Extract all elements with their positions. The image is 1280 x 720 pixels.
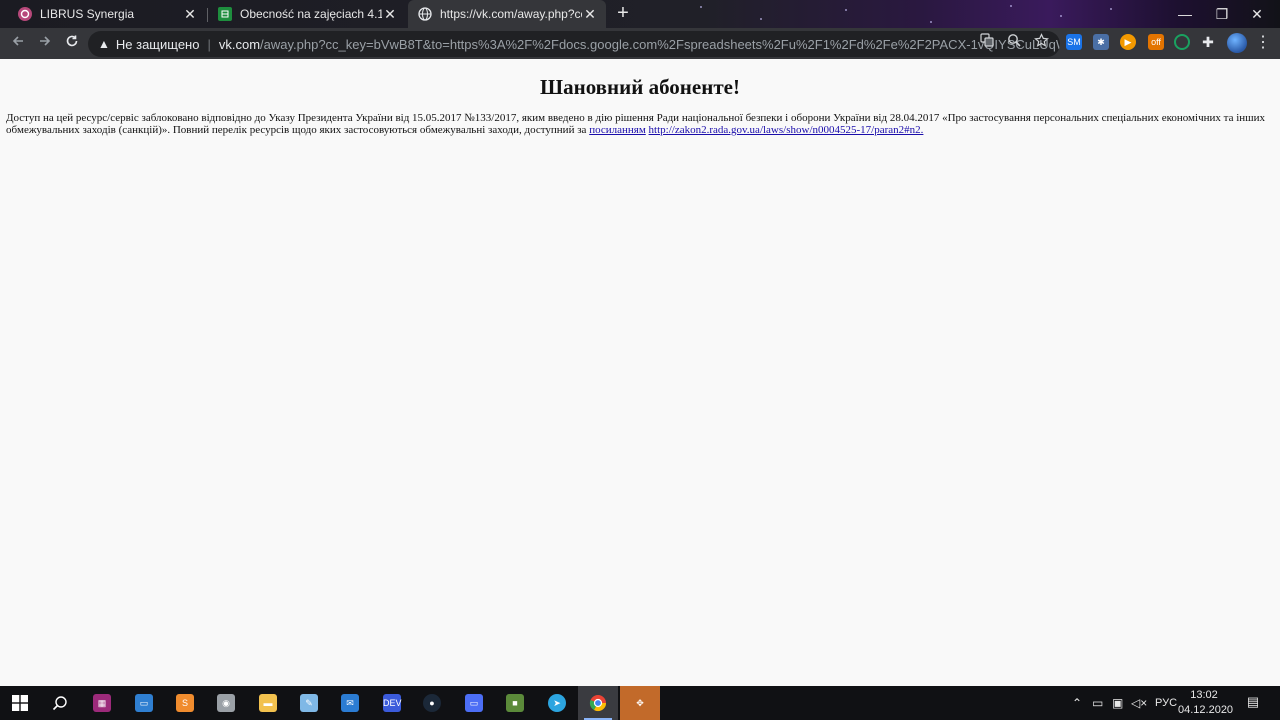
steam-icon: ●	[423, 694, 441, 712]
start-button[interactable]	[0, 686, 40, 720]
url-host: vk.com	[218, 36, 261, 52]
back-button[interactable]	[6, 32, 30, 56]
security-status[interactable]: Не защищено	[116, 37, 200, 52]
tab-obecnosc[interactable]: Obecność na zajęciach 4.12.2020 ✕	[208, 0, 406, 28]
network-icon[interactable]: ▣	[1112, 695, 1123, 711]
divider: |	[207, 36, 211, 52]
tray-overflow-icon[interactable]: ⌃	[1072, 695, 1082, 711]
taskbar-search-button[interactable]	[40, 686, 80, 720]
link-zakon-rada[interactable]: http://zakon2.rada.gov.ua/laws/show/n000…	[649, 124, 924, 136]
taskbar-app-chrome[interactable]	[578, 686, 618, 720]
globe-icon	[418, 7, 432, 21]
tab-vk-away[interactable]: https://vk.com/away.php?cc_key= ✕	[408, 0, 606, 28]
forward-button[interactable]	[33, 32, 57, 56]
close-tab-icon[interactable]: ✕	[382, 6, 398, 22]
taskbar-app-dev-cpp[interactable]: DEV	[372, 686, 412, 720]
windows-taskbar: ▦ ▭ S ◉ ▬ ✎ ✉ DEV ● ▭ ■ ➤ ✥ ⌃ ▭ ▣ ◁× РУС…	[0, 686, 1280, 720]
taskbar-app-telegram[interactable]: ➤	[537, 686, 577, 720]
taskbar-app-steam[interactable]: ●	[412, 686, 452, 720]
remote-desktop-icon: ▭	[135, 694, 153, 712]
off-badge-extension-icon[interactable]: off	[1148, 34, 1164, 50]
puzzle-extensions-icon[interactable]: ✚	[1200, 34, 1216, 50]
notification-center-icon[interactable]: ▤	[1244, 694, 1262, 712]
browser-toolbar: ▲ Не защищено | vk.com /away.php?cc_key=…	[0, 28, 1280, 59]
close-tab-icon[interactable]: ✕	[182, 6, 198, 22]
url-path: /away.php?cc_key=bVwB8T&to=https%3A%2F%2…	[260, 36, 1060, 52]
winrar-icon: ▦	[93, 694, 111, 712]
taskbar-app-explorer[interactable]: ▬	[248, 686, 288, 720]
minecraft-icon: ■	[506, 694, 524, 712]
new-tab-button[interactable]: +	[612, 3, 634, 25]
search-icon	[52, 696, 67, 711]
battery-icon[interactable]: ▭	[1092, 695, 1103, 711]
tab-title: LIBRUS Synergia	[40, 7, 135, 21]
forward-arrow-icon	[40, 36, 51, 46]
librus-icon	[18, 7, 32, 21]
taskbar-app-sublime[interactable]: S	[165, 686, 205, 720]
profile-avatar[interactable]	[1227, 33, 1247, 53]
taskbar-app-notepad[interactable]: ✎	[289, 686, 329, 720]
warning-icon[interactable]: ▲	[98, 37, 110, 51]
dev-cpp-icon: DEV	[383, 694, 402, 712]
tab-librus[interactable]: LIBRUS Synergia ✕	[8, 0, 206, 28]
volume-icon[interactable]: ◁×	[1131, 695, 1147, 711]
browser-menu-icon[interactable]: ⋮	[1255, 32, 1271, 56]
sm-extension-icon[interactable]: SM	[1066, 34, 1082, 50]
file-explorer-icon: ▬	[259, 694, 277, 712]
taskbar-app-minecraft[interactable]: ■	[495, 686, 535, 720]
back-arrow-icon	[12, 36, 23, 46]
display-icon: ▭	[465, 694, 483, 712]
clock-date: 04.12.2020	[1178, 704, 1234, 716]
reload-icon	[66, 35, 78, 47]
link-posylanniam[interactable]: посиланням	[589, 124, 646, 136]
close-window-button[interactable]: ✕	[1234, 0, 1280, 28]
reload-button[interactable]	[60, 32, 84, 56]
taskbar-app-remote-desktop[interactable]: ▭	[124, 686, 164, 720]
tab-strip: LIBRUS Synergia ✕ Obecność na zajęciach …	[0, 0, 1280, 28]
taskbar-app-mail[interactable]: ✉	[330, 686, 370, 720]
close-tab-icon[interactable]: ✕	[582, 6, 598, 22]
notepad-icon: ✎	[300, 694, 318, 712]
taskbar-app-display[interactable]: ▭	[454, 686, 494, 720]
tab-title: Obecność na zajęciach 4.12.2020	[240, 7, 382, 21]
translate-icon[interactable]	[978, 33, 996, 51]
chrome-icon	[589, 695, 607, 712]
page-content: Шановний абоненте! Доступ на цей ресурс/…	[0, 59, 1280, 686]
pinned-app-icon: ✥	[636, 698, 644, 708]
google-sheets-icon	[218, 7, 232, 21]
address-bar[interactable]: ▲ Не защищено | vk.com /away.php?cc_key=…	[88, 31, 1060, 57]
disk-icon: ◉	[217, 694, 235, 712]
taskbar-app-winrar[interactable]: ▦	[82, 686, 122, 720]
telegram-icon: ➤	[548, 694, 566, 712]
clock-time: 13:02	[1190, 689, 1218, 701]
page-heading: Шановний абоненте!	[540, 75, 740, 99]
settings-extension-icon[interactable]: ✱	[1093, 34, 1109, 50]
taskbar-app-disk[interactable]: ◉	[206, 686, 246, 720]
bookmark-star-icon[interactable]	[1032, 33, 1050, 51]
tab-title: https://vk.com/away.php?cc_key=	[440, 7, 582, 21]
vpn-extension-icon[interactable]	[1174, 34, 1190, 50]
block-notice: Доступ на цей ресурс/сервіс заблоковано …	[6, 112, 1268, 136]
taskbar-app-pinned[interactable]: ✥	[620, 686, 660, 720]
sublime-text-icon: S	[176, 694, 194, 712]
mail-icon: ✉	[341, 694, 359, 712]
windows-start-icon	[12, 695, 28, 711]
system-clock[interactable]: 13:02 04.12.2020	[1178, 688, 1234, 718]
zoom-icon[interactable]	[1005, 33, 1023, 51]
media-extension-icon[interactable]: ▶	[1120, 34, 1136, 50]
language-indicator[interactable]: РУС	[1155, 695, 1177, 711]
